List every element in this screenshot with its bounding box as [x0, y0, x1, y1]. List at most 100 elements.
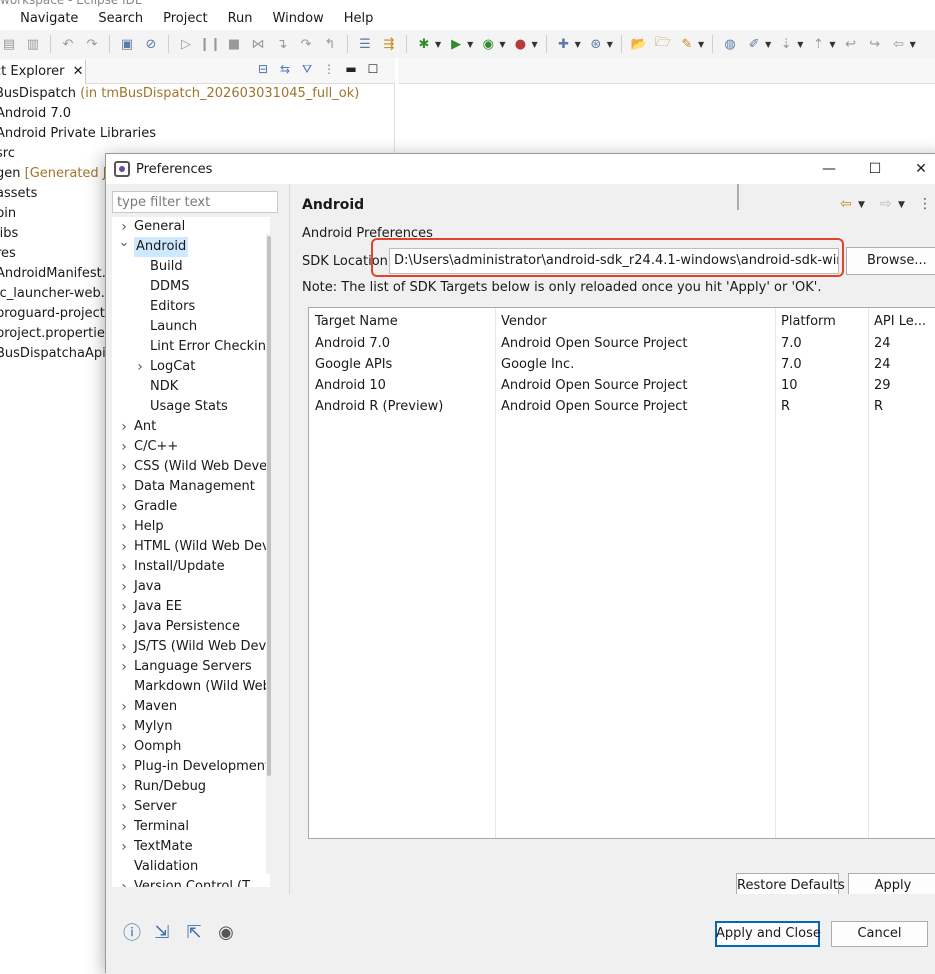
page-menu-icon[interactable]: ⋮ — [918, 196, 932, 212]
redo-icon[interactable]: ↷ — [83, 35, 101, 53]
pref-tree-item[interactable]: Usage Stats — [112, 397, 270, 417]
chevron-right-icon[interactable]: › — [118, 737, 130, 757]
forward-menu-icon[interactable]: ▼ — [898, 200, 905, 210]
chevron-right-icon[interactable]: › — [118, 637, 130, 657]
pref-tree-item[interactable]: › C/C++ — [112, 437, 270, 457]
pref-tree-item[interactable]: › LogCat — [112, 357, 270, 377]
chevron-right-icon[interactable]: › — [118, 217, 130, 237]
minimize-button[interactable]: — — [806, 154, 852, 184]
project-tree-item[interactable]: BusDispatch (in tmBusDispatch_2026030310… — [0, 84, 395, 104]
new-server-icon[interactable]: ⊛ — [587, 35, 605, 53]
filter-icon[interactable]: ⛛ — [299, 62, 315, 77]
close-button[interactable]: ✕ — [898, 154, 935, 184]
browse-button[interactable]: Browse... — [846, 247, 935, 275]
pref-tree-item[interactable]: › CSS (Wild Web Develc — [112, 457, 270, 477]
debug-icon[interactable]: ✱ — [415, 35, 433, 53]
pref-tree-item[interactable]: › Java — [112, 577, 270, 597]
chevron-right-icon[interactable]: › — [118, 597, 130, 617]
pref-tree-item[interactable]: › Java Persistence — [112, 617, 270, 637]
forward-edit-icon[interactable]: ↪ — [866, 35, 884, 53]
column-header-api-level[interactable]: API Le... — [874, 314, 926, 329]
chevron-right-icon[interactable]: › — [118, 577, 130, 597]
pref-tree-item[interactable]: Markdown (Wild Web — [112, 677, 270, 697]
terminal-icon[interactable]: ▣ — [118, 35, 136, 53]
next-annotation-icon[interactable]: ⇣ — [777, 35, 795, 53]
project-tree-item[interactable]: Android Private Libraries — [0, 124, 395, 144]
pref-tree-item[interactable]: DDMS — [112, 277, 270, 297]
chevron-right-icon[interactable]: › — [118, 657, 130, 677]
back-menu-icon[interactable]: ▼ — [858, 200, 865, 210]
maximize-icon[interactable]: ☐ — [365, 62, 381, 77]
pref-tree-item[interactable]: › Java EE — [112, 597, 270, 617]
project-tree-item[interactable]: Android 7.0 — [0, 104, 395, 124]
resume-icon[interactable]: ▷ — [177, 35, 195, 53]
back-icon[interactable]: ⇦ — [840, 196, 852, 212]
menu-run[interactable]: Run — [218, 8, 263, 30]
pref-tree-item[interactable]: › Server — [112, 797, 270, 817]
pref-tree-item[interactable]: › Help — [112, 517, 270, 537]
chevron-right-icon[interactable]: › — [118, 477, 130, 497]
chevron-right-icon[interactable]: › — [118, 757, 130, 777]
chevron-right-icon[interactable]: › — [118, 437, 130, 457]
pref-tree-item[interactable]: Lint Error Checking — [112, 337, 270, 357]
filter-input[interactable] — [112, 191, 278, 213]
pref-tree-item[interactable]: › HTML (Wild Web Deve — [112, 537, 270, 557]
pref-tree-item[interactable]: › Maven — [112, 697, 270, 717]
chevron-right-icon[interactable]: › — [118, 837, 130, 857]
step-return-icon[interactable]: ↰ — [321, 35, 339, 53]
chevron-right-icon[interactable]: › — [118, 417, 130, 437]
disconnect-icon[interactable]: ⋈ — [249, 35, 267, 53]
view-menu-icon[interactable]: ⋮ — [321, 62, 337, 77]
pref-tree-item[interactable]: ⌄ Android — [112, 237, 270, 257]
forward-icon[interactable]: ⇨ — [880, 196, 892, 212]
chevron-right-icon[interactable]: › — [134, 357, 146, 377]
run-icon[interactable]: ▶ — [447, 35, 465, 53]
pref-tree-item[interactable]: Build — [112, 257, 270, 277]
pref-tree-item[interactable]: Editors — [112, 297, 270, 317]
chevron-right-icon[interactable]: › — [118, 877, 130, 887]
chevron-right-icon[interactable]: › — [118, 617, 130, 637]
chevron-right-icon[interactable]: › — [118, 797, 130, 817]
pref-tree-item[interactable]: NDK — [112, 377, 270, 397]
pref-tree-item[interactable]: Launch — [112, 317, 270, 337]
menu-search[interactable]: Search — [88, 8, 153, 30]
new-wizard-icon[interactable]: ✚ — [555, 35, 573, 53]
maximize-button[interactable]: ☐ — [852, 154, 898, 184]
chevron-right-icon[interactable]: › — [118, 537, 130, 557]
pref-tree-item[interactable]: › Gradle — [112, 497, 270, 517]
link-editor-icon[interactable]: ⇆ — [277, 62, 293, 77]
search-tool-icon[interactable]: ✎ — [678, 35, 696, 53]
column-header-platform[interactable]: Platform — [781, 314, 836, 329]
sdk-targets-table[interactable]: Target Name Vendor Platform API Le... An… — [308, 307, 935, 839]
pref-tree-item[interactable]: › Oomph — [112, 737, 270, 757]
tab-project-explorer[interactable]: ct Explorer ✕ — [0, 60, 86, 84]
sdk-location-field[interactable]: D:\Users\administrator\android-sdk_r24.4… — [389, 248, 839, 274]
chevron-right-icon[interactable]: › — [118, 497, 130, 517]
chevron-right-icon[interactable]: › — [118, 817, 130, 837]
close-icon[interactable]: ✕ — [73, 64, 84, 79]
minimize-icon[interactable]: ▬ — [343, 62, 359, 77]
external-tools-icon[interactable]: ● — [511, 35, 529, 53]
chevron-right-icon[interactable]: › — [118, 697, 130, 717]
help-icon[interactable]: ⓘ — [120, 920, 144, 944]
save-icon[interactable]: ▤ — [0, 35, 18, 53]
open-task-icon[interactable]: 🗁 — [654, 35, 672, 53]
back-icon[interactable]: ⇦ — [890, 35, 908, 53]
collapse-all-icon[interactable]: ⊟ — [255, 62, 271, 77]
record-icon[interactable]: ◉ — [214, 920, 238, 944]
menu-window[interactable]: Window — [263, 8, 334, 30]
last-edit-icon[interactable]: ↩ — [842, 35, 860, 53]
annotation-icon[interactable]: ✐ — [745, 35, 763, 53]
apply-and-close-button[interactable]: Apply and Close — [715, 921, 821, 947]
pref-tree-item[interactable]: › Ant — [112, 417, 270, 437]
menu-file[interactable]: t — [0, 8, 10, 30]
import-icon[interactable]: ⇲ — [150, 920, 174, 944]
pref-tree-item[interactable]: › Version Control (T — [112, 877, 270, 887]
column-header-target-name[interactable]: Target Name — [315, 314, 398, 329]
open-type-icon[interactable]: 📂 — [630, 35, 648, 53]
menu-project[interactable]: Project — [153, 8, 217, 30]
tree-scrollbar-thumb[interactable] — [267, 236, 271, 776]
chevron-right-icon[interactable]: › — [118, 517, 130, 537]
chevron-right-icon[interactable]: › — [118, 557, 130, 577]
column-header-vendor[interactable]: Vendor — [501, 314, 547, 329]
